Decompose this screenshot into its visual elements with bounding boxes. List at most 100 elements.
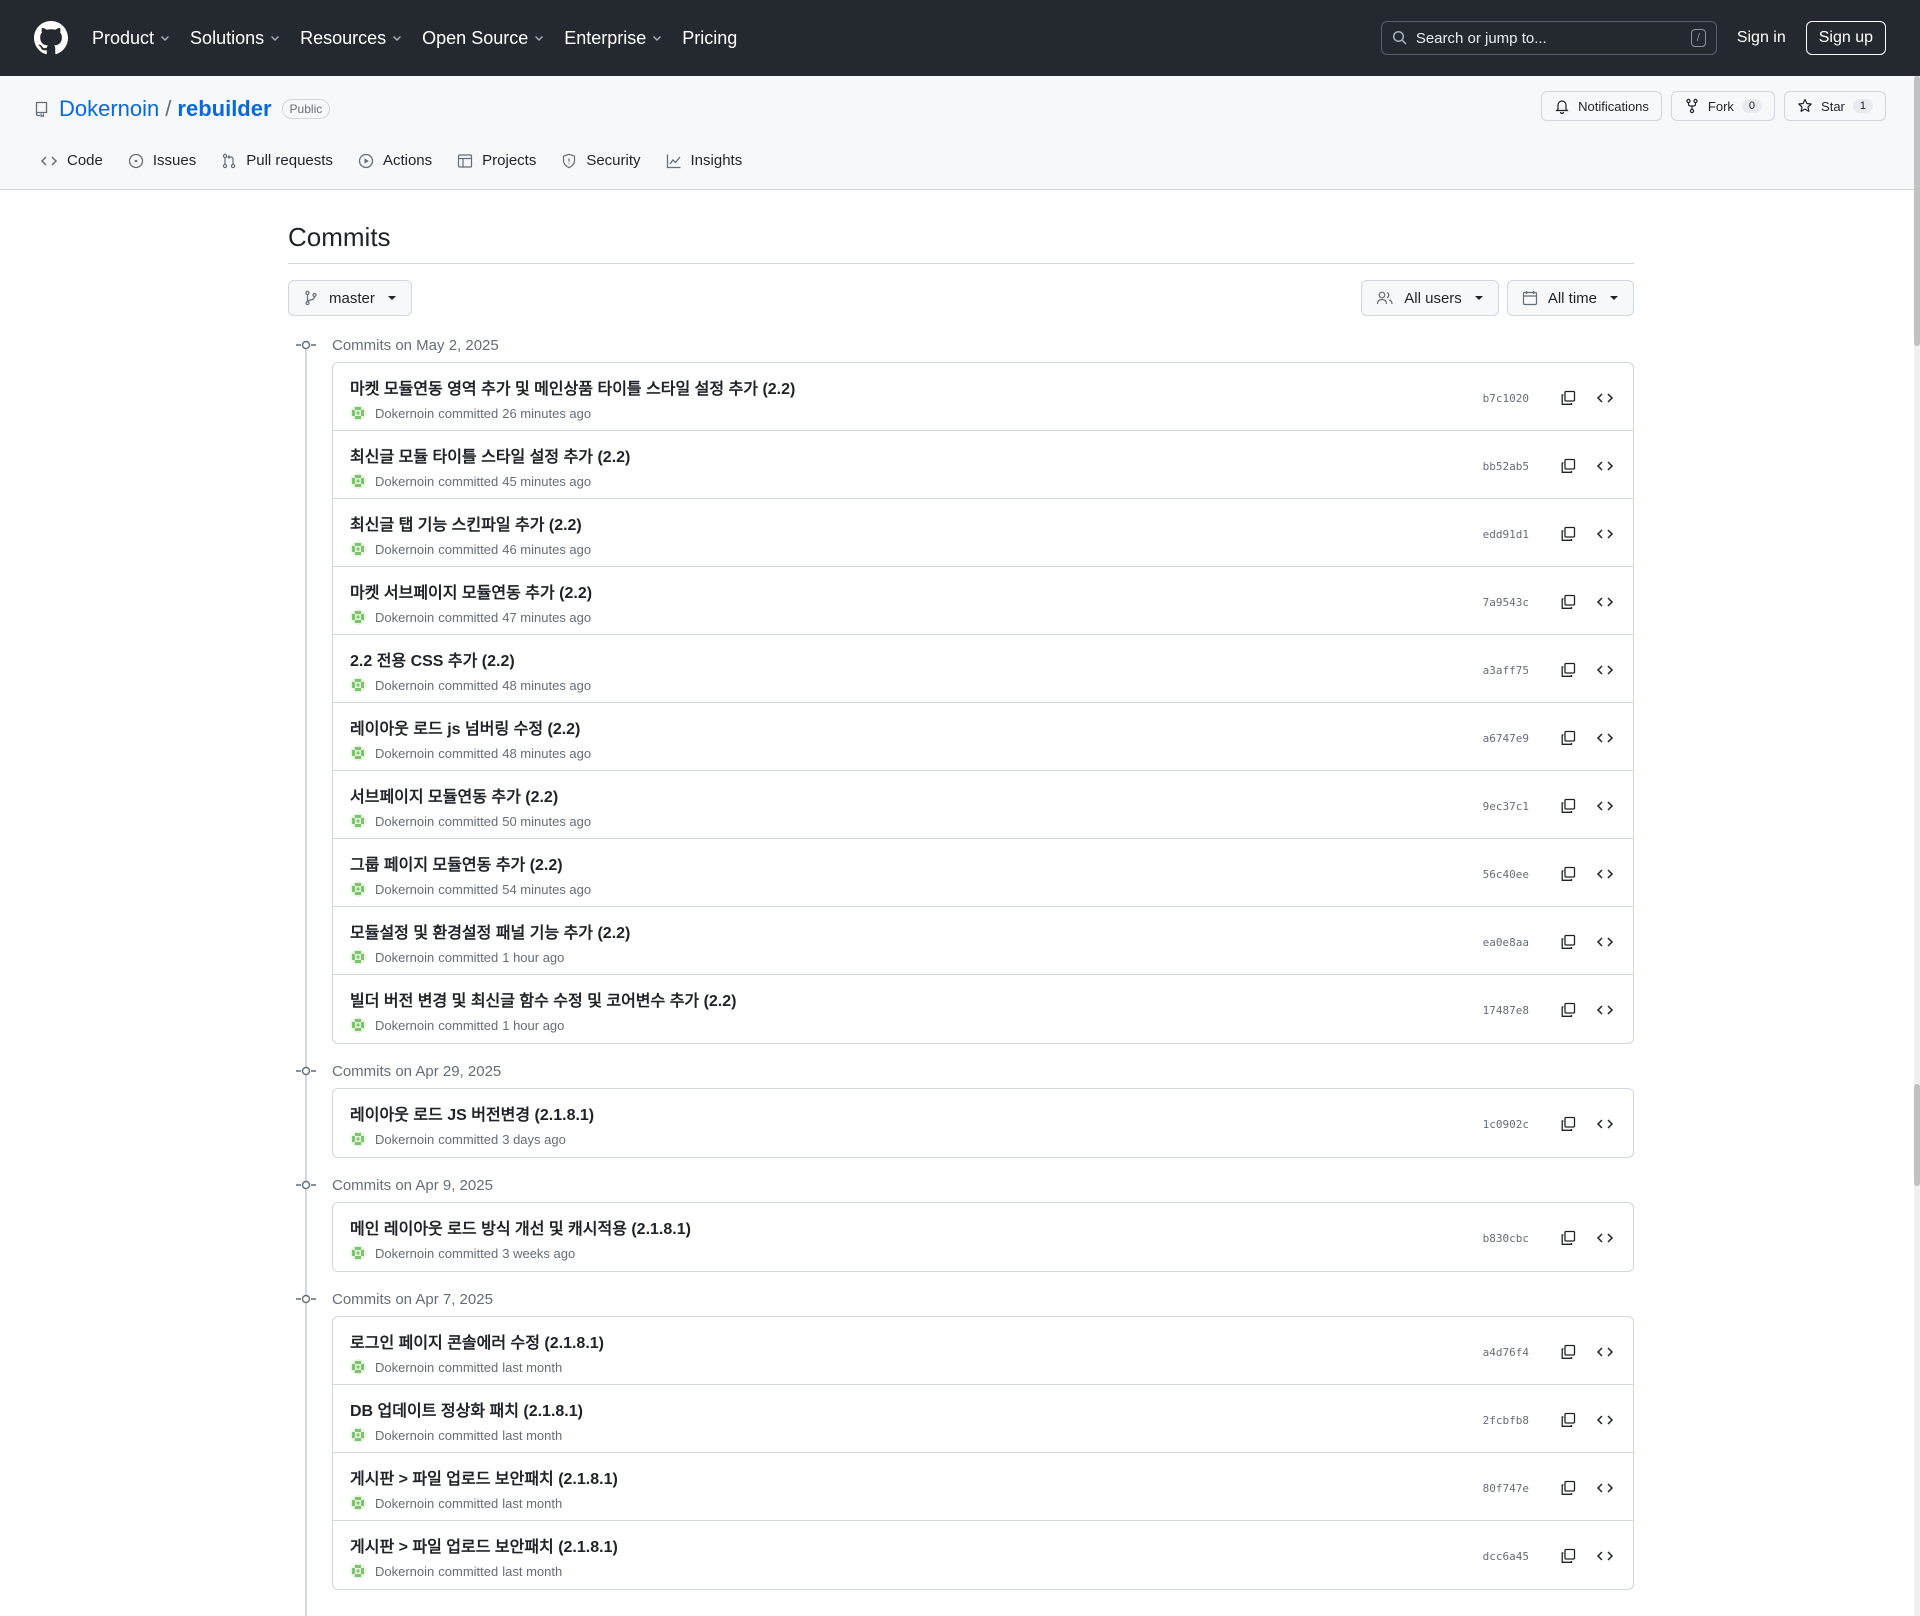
avatar[interactable] (350, 881, 366, 897)
commit-sha-link[interactable]: ea0e8aa (1483, 936, 1529, 949)
commit-sha-link[interactable]: 80f747e (1483, 1482, 1529, 1495)
commit-title-link[interactable]: 최신글 탭 기능 스킨파일 추가 (2.2) (350, 511, 1633, 535)
browse-code-icon[interactable] (1591, 1545, 1619, 1567)
browse-code-icon[interactable] (1591, 523, 1619, 545)
browse-code-icon[interactable] (1591, 931, 1619, 953)
copy-icon[interactable] (1554, 1409, 1582, 1431)
commit-sha-link[interactable]: b830cbc (1483, 1232, 1529, 1245)
avatar[interactable] (350, 1245, 366, 1261)
browse-code-icon[interactable] (1591, 1341, 1619, 1363)
search-input[interactable]: Search or jump to... / (1380, 21, 1717, 55)
nav-pricing[interactable]: Pricing (682, 28, 737, 49)
commit-author[interactable]: Dokernoin (375, 1496, 434, 1511)
repo-owner-link[interactable]: Dokernoin (59, 96, 159, 122)
commit-title-link[interactable]: 모듈설정 및 환경설정 패널 기능 추가 (2.2) (350, 919, 1633, 943)
browse-code-icon[interactable] (1591, 999, 1619, 1021)
nav-product[interactable]: Product (92, 28, 170, 49)
browse-code-icon[interactable] (1591, 1409, 1619, 1431)
commit-sha-link[interactable]: 1c0902c (1483, 1118, 1529, 1131)
avatar[interactable] (350, 1131, 366, 1147)
commit-title-link[interactable]: 게시판 > 파일 업로드 보안패치 (2.1.8.1) (350, 1533, 1633, 1557)
star-button[interactable]: Star 1 (1784, 91, 1886, 121)
commit-author[interactable]: Dokernoin (375, 542, 434, 557)
commit-sha-link[interactable]: dcc6a45 (1483, 1550, 1529, 1563)
commit-author[interactable]: Dokernoin (375, 406, 434, 421)
copy-icon[interactable] (1554, 1477, 1582, 1499)
commit-author[interactable]: Dokernoin (375, 474, 434, 489)
commit-author[interactable]: Dokernoin (375, 1360, 434, 1375)
copy-icon[interactable] (1554, 999, 1582, 1021)
browse-code-icon[interactable] (1591, 659, 1619, 681)
avatar[interactable] (350, 745, 366, 761)
commit-author[interactable]: Dokernoin (375, 610, 434, 625)
avatar[interactable] (350, 541, 366, 557)
github-logo-icon[interactable] (34, 21, 68, 55)
commit-title-link[interactable]: 그룹 페이지 모듈연동 추가 (2.2) (350, 851, 1633, 875)
branch-select-button[interactable]: master (288, 280, 412, 316)
avatar[interactable] (350, 813, 366, 829)
commit-sha-link[interactable]: 9ec37c1 (1483, 800, 1529, 813)
commit-author[interactable]: Dokernoin (375, 746, 434, 761)
copy-icon[interactable] (1554, 931, 1582, 953)
copy-icon[interactable] (1554, 1113, 1582, 1135)
tab-issues[interactable]: Issues (128, 152, 196, 169)
avatar[interactable] (350, 1017, 366, 1033)
browse-code-icon[interactable] (1591, 1227, 1619, 1249)
commit-title-link[interactable]: 빌더 버전 변경 및 최신글 함수 수정 및 코어변수 추가 (2.2) (350, 987, 1633, 1011)
avatar[interactable] (350, 949, 366, 965)
page-scrollbar-thumb[interactable] (1914, 76, 1920, 346)
time-filter-button[interactable]: All time (1506, 280, 1634, 316)
commit-title-link[interactable]: 게시판 > 파일 업로드 보안패치 (2.1.8.1) (350, 1465, 1633, 1489)
commit-sha-link[interactable]: edd91d1 (1483, 528, 1529, 541)
commit-title-link[interactable]: 로그인 페이지 콘솔에러 수정 (2.1.8.1) (350, 1329, 1633, 1353)
avatar[interactable] (350, 1359, 366, 1375)
commit-title-link[interactable]: 마켓 서브페이지 모듈연동 추가 (2.2) (350, 579, 1633, 603)
nav-enterprise[interactable]: Enterprise (564, 28, 662, 49)
tab-projects[interactable]: Projects (457, 152, 536, 169)
commit-sha-link[interactable]: b7c1020 (1483, 392, 1529, 405)
avatar[interactable] (350, 1563, 366, 1579)
commit-sha-link[interactable]: 2fcbfb8 (1483, 1414, 1529, 1427)
commit-author[interactable]: Dokernoin (375, 1018, 434, 1033)
browse-code-icon[interactable] (1591, 1113, 1619, 1135)
fork-button[interactable]: Fork 0 (1670, 91, 1776, 121)
commit-title-link[interactable]: 서브페이지 모듈연동 추가 (2.2) (350, 783, 1633, 807)
notifications-button[interactable]: Notifications (1541, 91, 1662, 121)
browse-code-icon[interactable] (1591, 727, 1619, 749)
commit-title-link[interactable]: 마켓 모듈연동 영역 추가 및 메인상품 타이틀 스타일 설정 추가 (2.2) (350, 375, 1633, 399)
copy-icon[interactable] (1554, 523, 1582, 545)
commit-title-link[interactable]: 최신글 모듈 타이틀 스타일 설정 추가 (2.2) (350, 443, 1633, 467)
copy-icon[interactable] (1554, 1227, 1582, 1249)
commit-sha-link[interactable]: 7a9543c (1483, 596, 1529, 609)
commit-title-link[interactable]: 2.2 전용 CSS 추가 (2.2) (350, 647, 1633, 671)
browse-code-icon[interactable] (1591, 591, 1619, 613)
tab-pull-requests[interactable]: Pull requests (221, 152, 333, 169)
repo-name-link[interactable]: rebuilder (177, 96, 271, 122)
avatar[interactable] (350, 405, 366, 421)
browse-code-icon[interactable] (1591, 795, 1619, 817)
tab-actions[interactable]: Actions (358, 152, 432, 169)
commit-author[interactable]: Dokernoin (375, 882, 434, 897)
commit-title-link[interactable]: 메인 레이아웃 로드 방식 개선 및 캐시적용 (2.1.8.1) (350, 1215, 1633, 1239)
sign-up-button[interactable]: Sign up (1805, 21, 1886, 55)
avatar[interactable] (350, 1495, 366, 1511)
commit-title-link[interactable]: 레이아웃 로드 JS 버전변경 (2.1.8.1) (350, 1101, 1633, 1125)
commit-sha-link[interactable]: a4d76f4 (1483, 1346, 1529, 1359)
copy-icon[interactable] (1554, 659, 1582, 681)
copy-icon[interactable] (1554, 591, 1582, 613)
nav-resources[interactable]: Resources (300, 28, 402, 49)
avatar[interactable] (350, 677, 366, 693)
commit-author[interactable]: Dokernoin (375, 1428, 434, 1443)
commit-sha-link[interactable]: a6747e9 (1483, 732, 1529, 745)
copy-icon[interactable] (1554, 1341, 1582, 1363)
copy-icon[interactable] (1554, 795, 1582, 817)
users-filter-button[interactable]: All users (1361, 280, 1499, 316)
page-scrollbar-thumb-lower[interactable] (1914, 1084, 1920, 1186)
commit-sha-link[interactable]: a3aff75 (1483, 664, 1529, 677)
browse-code-icon[interactable] (1591, 1477, 1619, 1499)
copy-icon[interactable] (1554, 727, 1582, 749)
tab-code[interactable]: Code (40, 152, 103, 169)
nav-open-source[interactable]: Open Source (422, 28, 544, 49)
browse-code-icon[interactable] (1591, 455, 1619, 477)
commit-author[interactable]: Dokernoin (375, 678, 434, 693)
